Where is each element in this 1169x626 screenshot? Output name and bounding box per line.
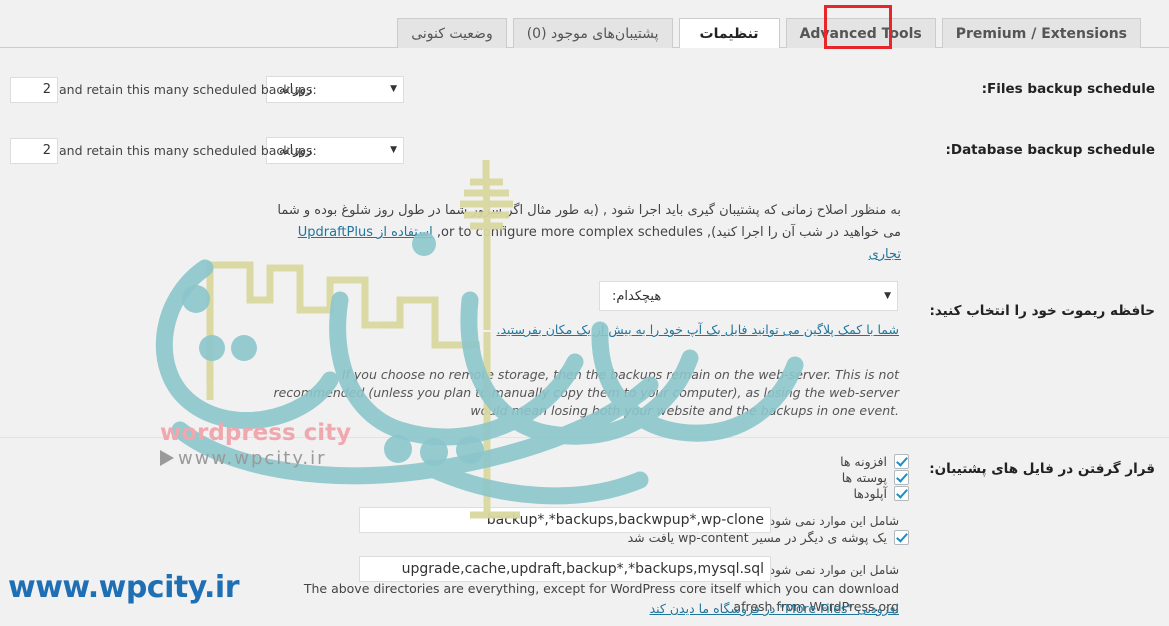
exclude-label-1: شامل این موارد نمی شود: (765, 514, 899, 528)
files-retain-label: and retain this many scheduled backups: (59, 82, 317, 97)
tab-bar: Premium / Extensions Advanced Tools تنظی… (0, 0, 1169, 49)
watermark-brand-line2: www.wpcity.ir (178, 448, 327, 469)
chevron-down-icon: ▼ (884, 290, 891, 301)
more-files-addon-link[interactable]: افزودنی "More Files" در فروشگاه ما دیدن … (650, 601, 899, 616)
database-retain-input[interactable]: 2 (10, 138, 58, 164)
tab-premium-extensions[interactable]: Premium / Extensions (941, 18, 1141, 48)
remote-storage-label: حافظه ریموت خود را انتخاب کنید: (929, 303, 1155, 319)
watermark-brand-line1: wordpress city (160, 420, 351, 446)
checkbox-row-other-directory: یک پوشه ی دیگر در مسیر wp-content یافت ش… (628, 530, 909, 545)
chevron-down-icon: ▼ (390, 145, 397, 155)
themes-checkbox-label: پوسته ها (841, 470, 887, 485)
schedule-note: به منظور اصلاح زمانی که پشتیبان گیری بای… (269, 200, 901, 266)
section-divider (0, 437, 1169, 438)
tab-existing-backups[interactable]: پشتیبان‌های موجود (0) (512, 18, 673, 48)
schedule-note-line2-rtl: می خواهید در شب آن را اجرا کنید), (707, 225, 901, 240)
include-files-label: قرار گرفتن در فایل های پشتیبان: (929, 461, 1155, 477)
plugins-checkbox-label: افزونه ها (840, 454, 887, 469)
schedule-note-line2-ltr: or to configure more complex schedules, (436, 225, 703, 240)
calligraphy-dots (182, 232, 484, 466)
uploads-checkbox-label: آپلودها (853, 486, 887, 501)
remote-storage-select-value: هیچکدام: (612, 288, 662, 304)
files-backup-schedule-label: Files backup schedule: (981, 81, 1155, 97)
schedule-note-line2: می خواهید در شب آن را اجرا کنید), or to … (269, 222, 901, 266)
chevron-down-icon: ▼ (390, 84, 397, 94)
database-retain-label: and retain this many scheduled backups: (59, 143, 317, 158)
themes-checkbox[interactable] (894, 470, 909, 485)
tab-settings[interactable]: تنظیمات (678, 18, 780, 48)
checkbox-row-themes: پوسته ها (842, 470, 909, 485)
other-directory-checkbox-label: یک پوشه ی دیگر در مسیر wp-content یافت ش… (627, 530, 887, 545)
exclude-input-2[interactable]: upgrade,cache,updraft,backup*,*backups,m… (359, 556, 771, 582)
tab-current-status[interactable]: وضعیت کنونی (397, 18, 507, 48)
uploads-checkbox[interactable] (894, 486, 909, 501)
remote-storage-select[interactable]: هیچکدام: ▼ (599, 281, 898, 311)
plugins-checkbox[interactable] (894, 454, 909, 469)
checkbox-row-uploads: آپلودها (853, 486, 909, 501)
tab-list: Premium / Extensions Advanced Tools تنظی… (397, 9, 1141, 48)
database-backup-schedule-label: Database backup schedule: (945, 142, 1155, 158)
tab-advanced-tools[interactable]: Advanced Tools (785, 18, 936, 48)
files-retain-input[interactable]: 2 (10, 77, 58, 103)
exclude-label-2: شامل این موارد نمی شود: (765, 563, 899, 577)
remote-storage-note: If you choose no remote storage, then th… (273, 367, 899, 418)
checkbox-row-plugins: افزونه ها (840, 454, 909, 469)
watermark-url-text: www.wpcity.ir (8, 570, 240, 605)
schedule-note-line1: به منظور اصلاح زمانی که پشتیبان گیری بای… (277, 203, 901, 218)
other-directory-checkbox[interactable] (894, 530, 909, 545)
watermark-play-icon (160, 450, 174, 466)
multiple-destinations-link[interactable]: شما با کمک پلاگین می توانید فایل بک آپ خ… (496, 322, 899, 337)
